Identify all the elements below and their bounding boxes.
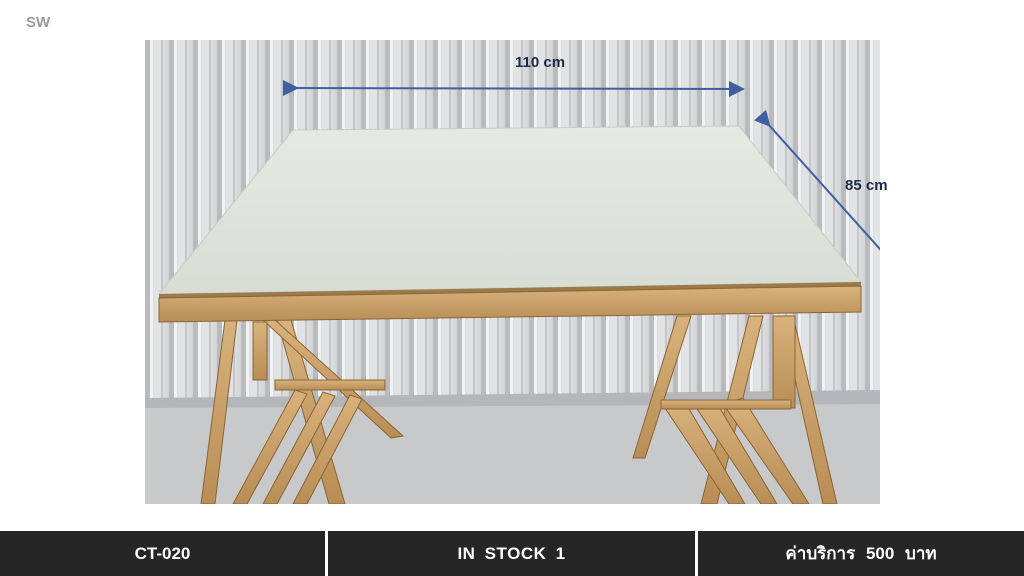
corner-tag: SW	[26, 14, 51, 31]
width-arrow	[282, 79, 745, 97]
info-bar: CT-020 IN STOCK 1 ค่าบริการ 500 บาท	[0, 531, 1024, 576]
product-photo	[145, 40, 880, 504]
depth-dimension-label: 85 cm	[845, 177, 888, 194]
table-illustration	[145, 40, 880, 504]
product-code: CT-020	[134, 543, 191, 563]
width-dimension-label: 110 cm	[515, 54, 566, 71]
stock-status: IN STOCK 1	[457, 543, 566, 563]
service-price: ค่าบริการ 500 บาท	[785, 544, 937, 563]
